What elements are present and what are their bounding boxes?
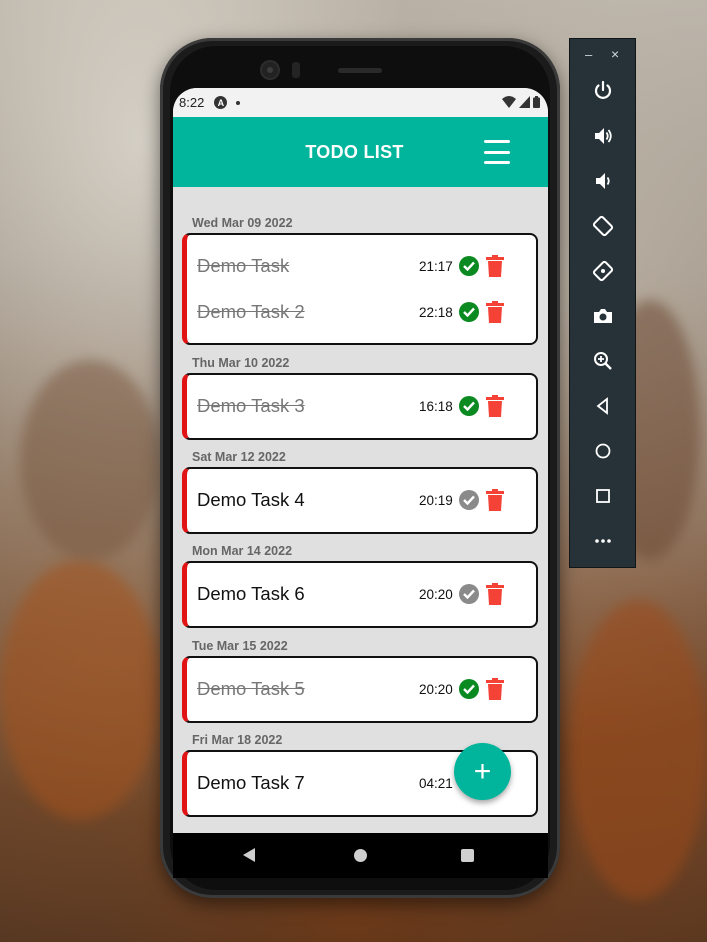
task-name: Demo Task 5 bbox=[197, 678, 305, 699]
rotate-left-icon[interactable] bbox=[590, 213, 616, 239]
nav-recents-icon[interactable] bbox=[461, 849, 474, 862]
task-card: Demo Task 4 20:19 bbox=[182, 467, 538, 534]
app-title: TODO LIST bbox=[305, 141, 404, 162]
phone-screen: 8:22 A TODO LIST Wed Mar 09 2022 Demo Ta… bbox=[173, 88, 548, 878]
date-header: Sat Mar 12 2022 bbox=[192, 450, 286, 464]
nav-home-icon[interactable] bbox=[354, 849, 367, 862]
system-nav-bar bbox=[173, 833, 548, 878]
app-bar: TODO LIST bbox=[173, 117, 548, 187]
complete-toggle-icon[interactable] bbox=[459, 490, 479, 510]
task-name: Demo Task 2 bbox=[197, 301, 305, 322]
notification-dot-icon bbox=[236, 100, 241, 105]
emulator-window-controls: – × bbox=[570, 46, 635, 63]
task-card: Demo Task 6 20:20 bbox=[182, 561, 538, 628]
volume-up-icon[interactable] bbox=[590, 123, 616, 149]
task-name: Demo Task 4 bbox=[197, 489, 305, 510]
earpiece-speaker bbox=[338, 68, 382, 73]
wifi-icon bbox=[502, 96, 516, 108]
complete-toggle-icon[interactable] bbox=[459, 584, 479, 604]
delete-icon[interactable] bbox=[486, 678, 504, 700]
date-header: Fri Mar 18 2022 bbox=[192, 733, 283, 747]
task-card: Demo Task 5 20:20 bbox=[182, 656, 538, 723]
delete-icon[interactable] bbox=[486, 489, 504, 511]
power-icon[interactable] bbox=[590, 78, 616, 104]
background-foliage bbox=[20, 360, 160, 560]
task-card: Demo Task 21:17 Demo Task 2 22:18 bbox=[182, 233, 538, 345]
battery-icon bbox=[533, 96, 540, 108]
date-header: Wed Mar 09 2022 bbox=[192, 216, 293, 230]
home-icon[interactable] bbox=[590, 438, 616, 464]
menu-icon[interactable] bbox=[484, 140, 510, 164]
date-header: Thu Mar 10 2022 bbox=[192, 356, 290, 370]
task-time: 20:20 bbox=[419, 681, 453, 697]
task-name: Demo Task 6 bbox=[197, 583, 305, 604]
delete-icon[interactable] bbox=[486, 583, 504, 605]
background-foliage bbox=[0, 560, 160, 820]
task-name: Demo Task bbox=[197, 255, 290, 276]
task-row[interactable]: Demo Task 3 16:18 bbox=[187, 383, 536, 429]
emulator-toolbar: – × bbox=[569, 38, 636, 568]
overview-icon[interactable] bbox=[590, 483, 616, 509]
rotate-right-icon[interactable] bbox=[590, 258, 616, 284]
task-card: Demo Task 3 16:18 bbox=[182, 373, 538, 440]
camera-icon[interactable] bbox=[590, 303, 616, 329]
minimize-button[interactable]: – bbox=[585, 47, 592, 62]
task-time: 20:20 bbox=[419, 586, 453, 602]
task-list[interactable]: Wed Mar 09 2022 Demo Task 21:17 Demo Tas… bbox=[173, 187, 548, 833]
complete-toggle-icon[interactable] bbox=[459, 679, 479, 699]
task-row[interactable]: Demo Task 2 22:18 bbox=[187, 289, 536, 335]
zoom-icon[interactable] bbox=[590, 348, 616, 374]
task-time: 04:21 bbox=[419, 775, 453, 791]
status-icons bbox=[502, 96, 540, 108]
date-header: Tue Mar 15 2022 bbox=[192, 639, 288, 653]
back-icon[interactable] bbox=[590, 393, 616, 419]
volume-down-icon[interactable] bbox=[590, 168, 616, 194]
delete-icon[interactable] bbox=[486, 301, 504, 323]
task-name: Demo Task 7 bbox=[197, 772, 305, 793]
background-foliage bbox=[570, 600, 707, 900]
complete-toggle-icon[interactable] bbox=[459, 396, 479, 416]
status-time: 8:22 bbox=[179, 95, 205, 110]
nav-back-icon[interactable] bbox=[243, 848, 255, 862]
task-time: 21:17 bbox=[419, 258, 453, 274]
more-icon[interactable] bbox=[590, 528, 616, 554]
status-a-icon: A bbox=[214, 96, 228, 109]
delete-icon[interactable] bbox=[486, 395, 504, 417]
signal-icon bbox=[519, 96, 530, 108]
task-name: Demo Task 3 bbox=[197, 395, 305, 416]
sensor bbox=[292, 62, 300, 78]
task-time: 16:18 bbox=[419, 398, 453, 414]
add-task-button[interactable]: + bbox=[454, 743, 511, 800]
task-time: 22:18 bbox=[419, 304, 453, 320]
complete-toggle-icon[interactable] bbox=[459, 256, 479, 276]
task-row[interactable]: Demo Task 4 20:19 bbox=[187, 477, 536, 523]
task-time: 20:19 bbox=[419, 492, 453, 508]
delete-icon[interactable] bbox=[486, 255, 504, 277]
close-button[interactable]: × bbox=[611, 46, 619, 62]
task-row[interactable]: Demo Task 21:17 bbox=[187, 243, 536, 289]
task-row[interactable]: Demo Task 5 20:20 bbox=[187, 666, 536, 712]
status-bar: 8:22 A bbox=[173, 88, 548, 117]
date-header: Mon Mar 14 2022 bbox=[192, 544, 293, 558]
complete-toggle-icon[interactable] bbox=[459, 302, 479, 322]
task-row[interactable]: Demo Task 6 20:20 bbox=[187, 571, 536, 617]
front-camera bbox=[262, 62, 278, 78]
